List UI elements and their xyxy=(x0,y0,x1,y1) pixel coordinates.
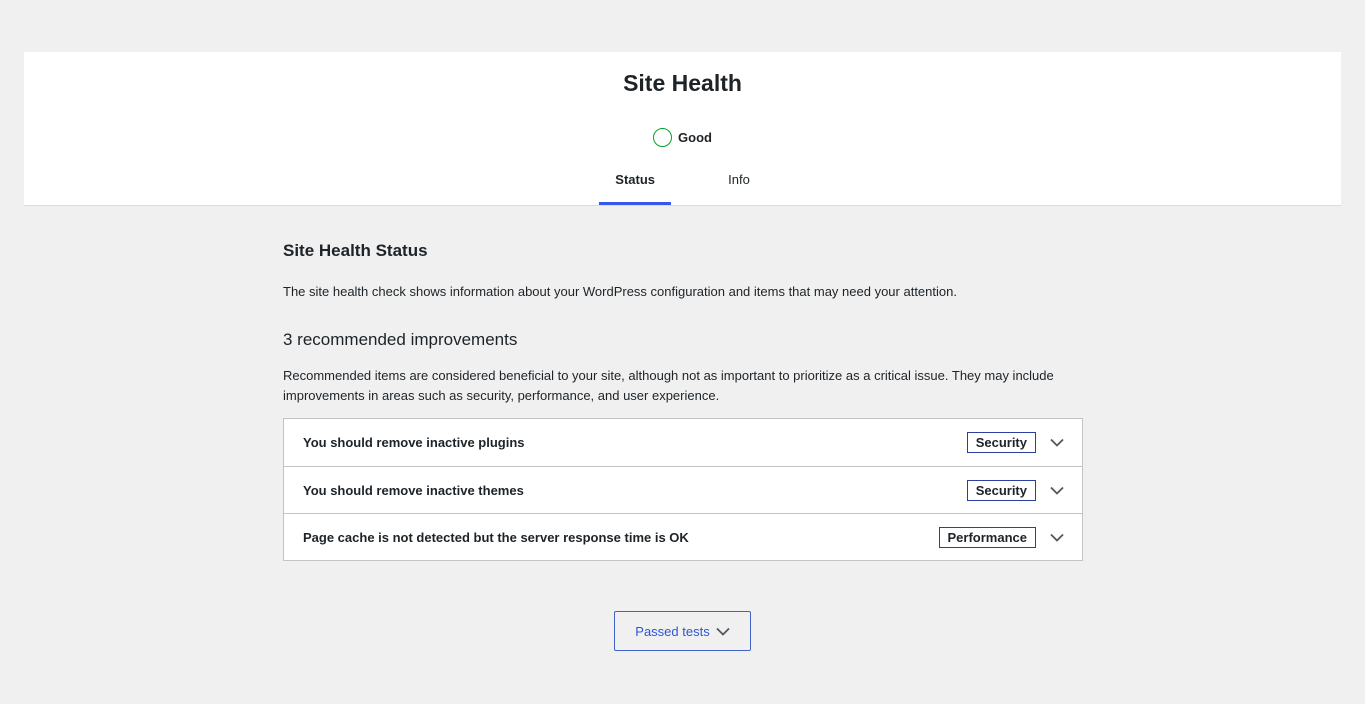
section-title: Site Health Status xyxy=(283,241,428,260)
chevron-down-icon[interactable] xyxy=(1050,483,1064,497)
chevron-down-icon[interactable] xyxy=(1050,530,1064,544)
passed-tests-button[interactable]: Passed tests xyxy=(614,611,751,651)
issue-title: You should remove inactive themes xyxy=(303,482,524,498)
tab-status[interactable]: Status xyxy=(599,158,672,205)
chevron-down-icon[interactable] xyxy=(1050,436,1064,450)
site-health-header: Site Health Good Status Info xyxy=(24,52,1341,206)
tab-bar: Status Info xyxy=(24,158,1341,205)
section-description: The site health check shows information … xyxy=(283,284,957,299)
passed-tests-label: Passed tests xyxy=(635,623,710,639)
health-status: Good xyxy=(24,128,1341,147)
health-progress-circle-icon xyxy=(653,128,673,147)
chevron-down-icon xyxy=(716,624,730,639)
page-title: Site Health xyxy=(623,70,742,96)
improvements-count-title: 3 recommended improvements xyxy=(283,330,518,349)
issue-row-inactive-themes[interactable]: You should remove inactive themes Securi… xyxy=(284,466,1082,513)
issue-title: Page cache is not detected but the serve… xyxy=(303,529,689,545)
issue-badge-security: Security xyxy=(966,432,1036,453)
improvements-description: Recommended items are considered benefic… xyxy=(283,368,1054,403)
issue-row-inactive-plugins[interactable]: You should remove inactive plugins Secur… xyxy=(284,419,1082,466)
tab-info[interactable]: Info xyxy=(712,158,766,205)
issue-title: You should remove inactive plugins xyxy=(303,435,525,450)
issue-badge-security: Security xyxy=(966,479,1036,501)
health-status-label: Good xyxy=(678,130,712,145)
issue-row-page-cache[interactable]: Page cache is not detected but the serve… xyxy=(284,513,1082,560)
issues-accordion: You should remove inactive plugins Secur… xyxy=(283,418,1083,561)
issue-badge-performance: Performance xyxy=(938,526,1036,548)
